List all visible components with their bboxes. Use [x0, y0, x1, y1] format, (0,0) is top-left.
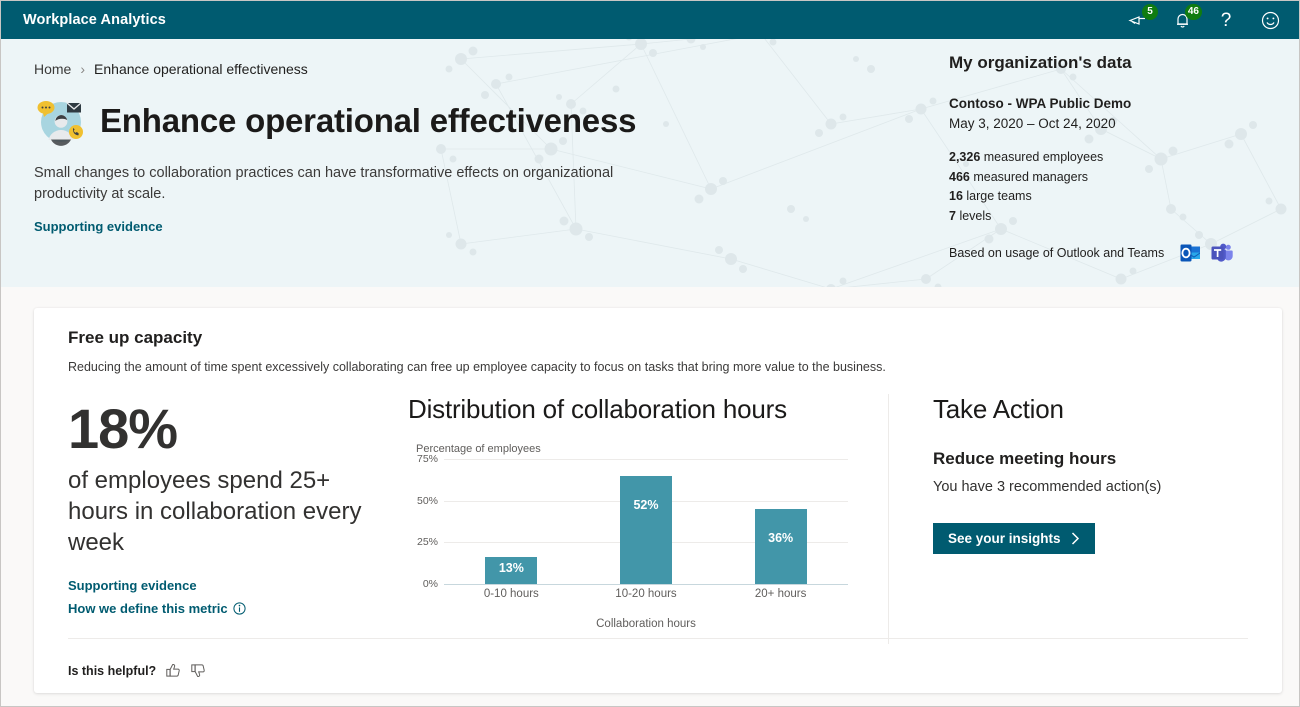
chart-column: Distribution of collaboration hours Perc… — [398, 394, 888, 644]
bar-20-plus-hours[interactable]: 36% — [754, 509, 807, 584]
card-description: Reducing the amount of time spent excess… — [68, 360, 886, 374]
notifications-badge: 46 — [1184, 4, 1202, 20]
bar-group: 36% — [713, 459, 848, 584]
bar-0-10-hours[interactable]: 13% — [485, 556, 538, 584]
bar-value-label: 13% — [498, 560, 524, 575]
bar-chart-plot: 75% 50% 25% 0% 13% 52% 36% 0-10 hours 10… — [408, 453, 848, 600]
org-stat-item: 7 levels — [949, 208, 992, 223]
help-glyph: ? — [1220, 9, 1232, 31]
org-stat-item: 16 large teams — [949, 189, 1032, 204]
chart-x-axis-label: Collaboration hours — [596, 618, 696, 630]
bar-group: 52% — [579, 459, 714, 584]
teams-icon — [1211, 243, 1233, 262]
metric-supporting-evidence-link[interactable]: Supporting evidence — [68, 578, 398, 593]
y-tick-label: 0% — [422, 578, 438, 590]
breadcrumb: Home › Enhance operational effectiveness — [34, 61, 674, 77]
org-based-on-label: Based on usage of Outlook and Teams — [949, 245, 1165, 260]
app-title: Workplace Analytics — [23, 12, 166, 28]
bar-group: 13% — [444, 459, 579, 584]
take-action-subtitle: Reduce meeting hours — [933, 449, 1117, 468]
organization-data-panel: My organization's data Contoso - WPA Pub… — [949, 53, 1279, 263]
axis-baseline — [444, 584, 848, 585]
breadcrumb-separator-icon: › — [80, 61, 86, 77]
feedback-icon[interactable]: 5 — [1125, 4, 1158, 33]
org-stat-item: 466 measured managers — [949, 169, 1088, 184]
metric-description: of employees spend 25+ hours in collabor… — [68, 466, 362, 557]
bar-10-20-hours[interactable]: 52% — [619, 475, 672, 584]
bar-value-label: 52% — [633, 497, 659, 512]
outlook-icon — [1180, 244, 1201, 262]
feedback-question: Is this helpful? — [68, 663, 157, 678]
org-panel-heading: My organization's data — [949, 53, 1132, 72]
take-action-title: Take Action — [933, 394, 1064, 424]
x-tick-label: 0-10 hours — [483, 588, 539, 600]
hero-subtitle: Small changes to collaboration practices… — [34, 165, 614, 203]
breadcrumb-home-link[interactable]: Home — [34, 61, 71, 77]
see-your-insights-button[interactable]: See your insights — [933, 523, 1095, 554]
metric-value: 18% — [68, 397, 178, 460]
chevron-right-icon — [1071, 532, 1079, 545]
chart-x-tick-labels: 0-10 hours 10-20 hours 20+ hours — [444, 588, 848, 600]
org-based-on-row: Based on usage of Outlook and Teams — [949, 243, 1279, 263]
y-tick-label: 50% — [416, 494, 438, 507]
card-divider — [68, 638, 1248, 639]
info-icon — [233, 602, 246, 615]
hero-supporting-evidence-link[interactable]: Supporting evidence — [34, 219, 163, 234]
card-columns: 18% of employees spend 25+ hours in coll… — [34, 394, 1282, 644]
hero-content: Home › Enhance operational effectiveness — [34, 39, 674, 236]
bar-value-label: 36% — [768, 531, 794, 545]
hero-title-row: Enhance operational effectiveness — [34, 95, 674, 147]
help-icon[interactable]: ? — [1213, 7, 1239, 33]
take-action-description: You have 3 recommended action(s) — [933, 479, 1162, 495]
x-tick-label: 20+ hours — [754, 588, 807, 600]
y-tick-label: 75% — [416, 453, 438, 465]
top-navigation-bar: Workplace Analytics 5 46 ? — [1, 1, 1299, 39]
how-we-define-metric-link[interactable]: How we define this metric — [68, 601, 398, 616]
take-action-column: Take Action Reduce meeting hours You hav… — [888, 394, 1248, 644]
thumbs-up-icon[interactable] — [166, 663, 181, 678]
collaboration-avatar-icon — [37, 101, 83, 146]
notifications-bell-icon[interactable]: 46 — [1169, 4, 1202, 33]
org-stat-item: 2,326 measured employees — [949, 150, 1104, 165]
chart-y-axis-label: Percentage of employees — [416, 443, 541, 455]
chart-bars: 13% 52% 36% — [444, 459, 848, 584]
org-tenant-name: Contoso - WPA Public Demo — [949, 96, 1132, 111]
breadcrumb-current: Enhance operational effectiveness — [94, 61, 308, 77]
y-tick-label: 25% — [416, 536, 438, 549]
workplace-analytics-app: Workplace Analytics 5 46 ? Home › Enhanc… — [0, 0, 1300, 707]
org-stats-list: 2,326 measured employees 466 measured ma… — [949, 148, 1279, 226]
hero-banner: Home › Enhance operational effectiveness — [1, 39, 1299, 287]
see-your-insights-label: See your insights — [948, 531, 1061, 546]
feedback-badge: 5 — [1142, 4, 1158, 20]
chart-title: Distribution of collaboration hours — [408, 394, 787, 424]
how-we-define-metric-label: How we define this metric — [68, 601, 228, 617]
card-title: Free up capacity — [68, 328, 203, 347]
org-date-range: May 3, 2020 – Oct 24, 2020 — [949, 115, 1116, 131]
topbar-actions: 5 46 ? — [1125, 1, 1283, 39]
smiley-feedback-icon[interactable] — [1257, 7, 1283, 33]
product-icons — [1180, 243, 1233, 263]
feedback-footer: Is this helpful? — [68, 663, 206, 678]
x-tick-label: 10-20 hours — [615, 588, 677, 600]
thumbs-down-icon[interactable] — [191, 663, 206, 678]
page-title: Enhance operational effectiveness — [100, 101, 637, 139]
metric-column: 18% of employees spend 25+ hours in coll… — [68, 394, 398, 644]
free-up-capacity-card: Free up capacity Reducing the amount of … — [34, 308, 1282, 693]
